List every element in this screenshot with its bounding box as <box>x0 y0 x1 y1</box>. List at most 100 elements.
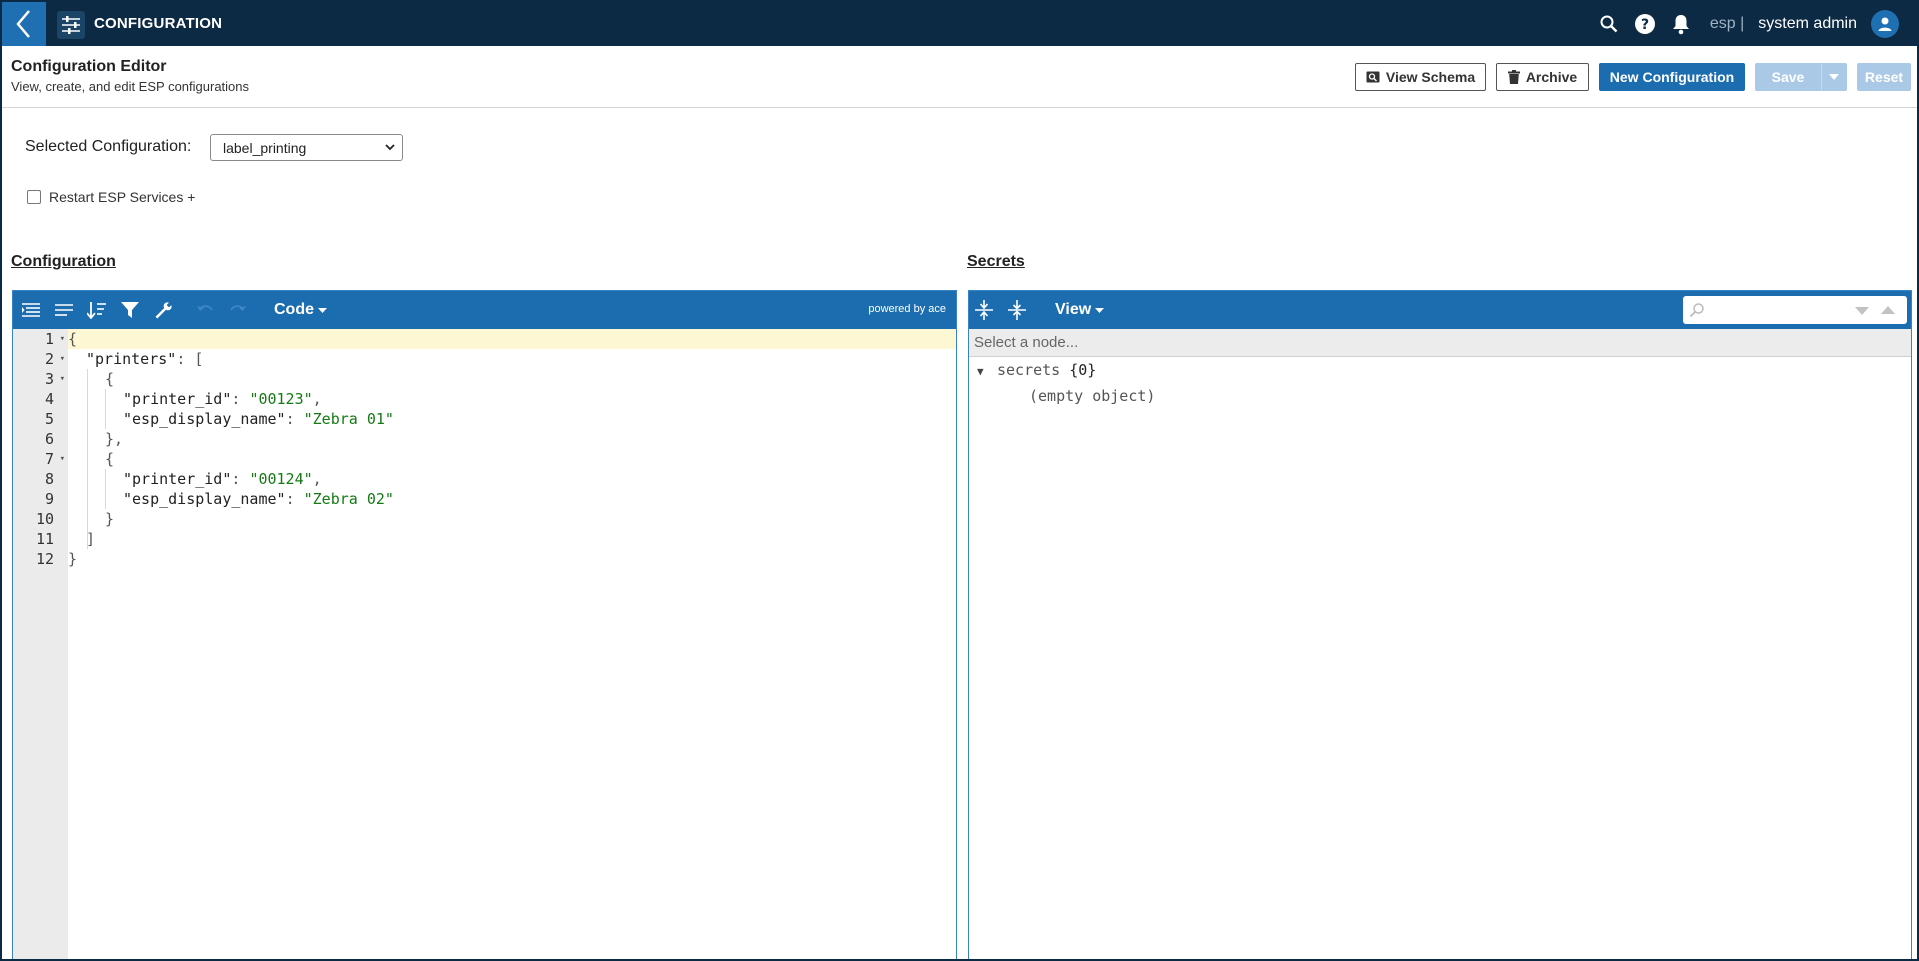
gutter-line: 2 ▾ <box>44 349 65 369</box>
trash-icon <box>1507 70 1520 84</box>
gutter-line: 8 <box>44 470 54 488</box>
code-line: { <box>105 370 115 388</box>
chevron-down-icon <box>384 140 396 157</box>
archive-label: Archive <box>1525 69 1578 85</box>
fold-toggle-icon[interactable]: ▾ <box>60 329 65 349</box>
page-title: Configuration Editor <box>11 58 167 75</box>
nav-actions: ? esp | system admin <box>1598 2 1899 46</box>
gutter-line: 11 <box>35 530 54 548</box>
svg-text:?: ? <box>1641 17 1649 33</box>
caret-down-icon <box>1095 307 1105 313</box>
tenant-label: esp | <box>1709 15 1745 32</box>
configuration-select[interactable]: label_printing <box>210 134 403 161</box>
code-line: "esp_display_name": "Zebra 01" <box>123 410 394 428</box>
code-line: } <box>105 510 115 528</box>
powered-by-label: powered by ace <box>868 303 946 315</box>
node-navigation-bar[interactable]: Select a node... <box>969 329 1911 357</box>
code-line: } <box>68 550 78 568</box>
caret-down-icon <box>318 307 327 313</box>
redo-icon[interactable] <box>227 299 249 321</box>
back-button[interactable] <box>2 2 46 46</box>
gutter-line: 3 ▾ <box>44 369 65 389</box>
view-schema-button[interactable]: View Schema <box>1355 63 1486 91</box>
secrets-editor: View Select a node... ▼ secrets {0} (empt… <box>968 290 1912 959</box>
configuration-select-value: label_printing <box>223 139 307 156</box>
search-icon <box>1689 303 1704 318</box>
code-line: }, <box>105 430 124 448</box>
page-subtitle: View, create, and edit ESP configuration… <box>11 79 250 94</box>
restart-services-option[interactable]: Restart ESP Services + <box>27 189 195 205</box>
configuration-toolbar: Code powered by ace <box>13 291 956 329</box>
code-mode-dropdown[interactable]: Code <box>274 301 327 319</box>
configuration-editor: Code powered by ace 1 ▾ 2 ▾ 3 ▾ 4 5 6 7 ▾ 8 … <box>12 290 957 959</box>
gutter-line: 12 <box>35 550 54 568</box>
code-line: { <box>68 329 956 349</box>
gutter-line: 10 <box>35 510 54 528</box>
save-label: Save <box>1771 69 1805 85</box>
bell-icon[interactable] <box>1670 13 1692 35</box>
view-schema-label: View Schema <box>1385 69 1476 85</box>
configuration-section-title: Configuration <box>11 253 116 270</box>
undo-icon[interactable] <box>194 299 216 321</box>
tree-root-key: secrets <box>997 361 1061 379</box>
expand-all-icon[interactable] <box>973 299 995 321</box>
code-line: ] <box>86 530 96 548</box>
save-button[interactable]: Save <box>1755 63 1821 91</box>
restart-services-label: Restart ESP Services + <box>49 189 196 205</box>
user-name[interactable]: system admin <box>1758 15 1857 33</box>
app-window: CONFIGURATION ? esp | system admin Confi… <box>0 0 1919 961</box>
secrets-section-title: Secrets <box>967 253 1025 270</box>
gutter-line: 9 <box>44 490 54 508</box>
search-previous-icon[interactable] <box>1881 306 1895 314</box>
expand-triangle-icon[interactable]: ▼ <box>977 365 997 378</box>
archive-button[interactable]: Archive <box>1496 63 1589 91</box>
empty-object-label: (empty object) <box>1029 387 1156 405</box>
gutter-line: 5 <box>44 410 54 428</box>
collapse-all-icon[interactable] <box>1006 299 1028 321</box>
view-mode-dropdown[interactable]: View <box>1055 301 1105 319</box>
reset-button[interactable]: Reset <box>1857 63 1911 91</box>
fold-toggle-icon[interactable]: ▾ <box>60 449 65 469</box>
search-icon[interactable] <box>1598 13 1620 35</box>
selected-configuration-label: Selected Configuration: <box>25 138 192 155</box>
code-line: "printer_id": "00123", <box>123 390 322 408</box>
save-options-dropdown[interactable] <box>1821 63 1847 91</box>
secrets-toolbar: View <box>969 291 1911 329</box>
view-mode-label: View <box>1055 301 1092 318</box>
chevron-left-icon <box>16 10 30 38</box>
user-avatar-icon[interactable] <box>1871 10 1899 38</box>
code-line: "printer_id": "00124", <box>123 470 322 488</box>
format-icon[interactable] <box>20 299 42 321</box>
tree-root-node[interactable]: ▼ secrets {0} <box>977 361 1096 379</box>
filter-icon[interactable] <box>119 299 141 321</box>
page-header: Configuration Editor View, create, and e… <box>2 46 1917 108</box>
code-mode-label: Code <box>274 301 314 318</box>
line-number-gutter: 1 ▾ 2 ▾ 3 ▾ 4 5 6 7 ▾ 8 9 10 11 12 <box>13 329 68 959</box>
sort-icon[interactable] <box>86 299 108 321</box>
fold-toggle-icon[interactable]: ▾ <box>60 349 65 369</box>
code-line: "printers": [ <box>86 350 204 368</box>
help-icon[interactable]: ? <box>1634 13 1656 35</box>
fold-toggle-icon[interactable]: ▾ <box>60 369 65 389</box>
app-title: CONFIGURATION <box>94 15 223 32</box>
gutter-line: 6 <box>44 430 54 448</box>
caret-down-icon <box>1829 74 1839 80</box>
code-line: { <box>105 450 115 468</box>
reset-label: Reset <box>1864 69 1904 85</box>
search-next-icon[interactable] <box>1855 307 1869 315</box>
top-nav-bar: CONFIGURATION ? esp | system admin <box>2 2 1917 46</box>
compact-icon[interactable] <box>53 299 75 321</box>
schema-icon <box>1366 71 1380 83</box>
tree-root-count: {0} <box>1069 361 1097 379</box>
secrets-search-input[interactable] <box>1683 296 1907 324</box>
sliders-icon <box>57 11 85 39</box>
code-line: "esp_display_name": "Zebra 02" <box>123 490 394 508</box>
new-configuration-label: New Configuration <box>1609 69 1735 85</box>
new-configuration-button[interactable]: New Configuration <box>1599 63 1745 91</box>
code-editor[interactable]: { "printers": [ { "printer_id": "00123",… <box>68 329 956 959</box>
wrench-icon[interactable] <box>152 299 174 321</box>
gutter-line: 4 <box>44 390 54 408</box>
restart-services-checkbox[interactable] <box>27 190 41 204</box>
gutter-line: 1 ▾ <box>44 329 65 349</box>
gutter-line: 7 ▾ <box>44 449 65 469</box>
